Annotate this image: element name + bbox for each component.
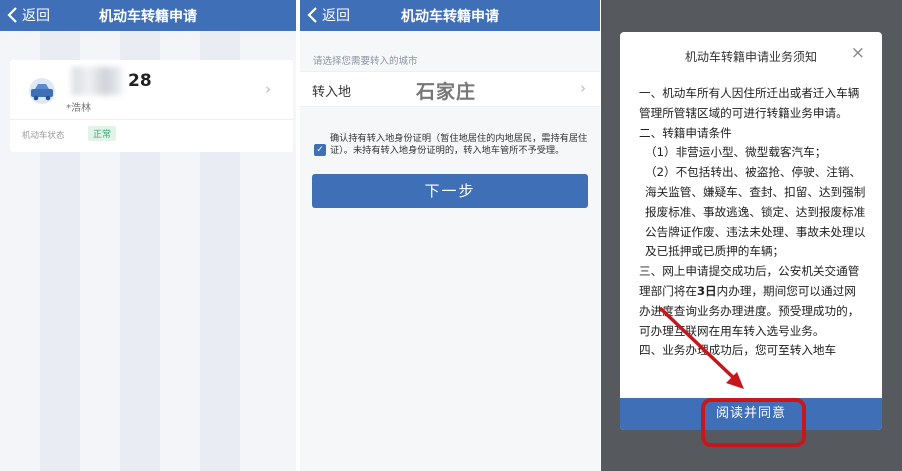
highlight-box xyxy=(701,398,806,447)
city-select-screen: 返回 机动车转籍申请 请选择您需要转入的城市 转入地 石家庄 › ✓ 确认持有转… xyxy=(300,0,600,471)
notice-emphasis: 3日 xyxy=(696,283,717,298)
vehicle-list-screen: 返回 机动车转籍申请 28 *浩林 › 机动车状态 正常 xyxy=(0,0,296,471)
notice-paragraph: 一、机动车所有人因住所迁出或者迁入车辆管理所管辖区域的可进行转籍业务申请。 xyxy=(639,86,860,120)
confirm-text: 确认持有转入地身份证明（暂住地居住的内地居民，需持有居住证）。未持有转入地身份证… xyxy=(330,133,588,156)
next-button[interactable]: 下一步 xyxy=(312,174,588,208)
chevron-right-icon: › xyxy=(265,80,271,98)
divider xyxy=(10,119,293,120)
modal-title: 机动车转籍申请业务须知 xyxy=(684,50,817,64)
owner-name: *浩林 xyxy=(66,103,91,114)
notice-paragraph: 三、网上申请提交成功后，公安机关交通管理部门将在3日内办理，期间您可以通过网办进… xyxy=(639,262,867,341)
plate-number: 28 xyxy=(128,71,152,91)
city-label: 转入地 xyxy=(312,85,352,100)
city-value: 石家庄 xyxy=(416,81,477,103)
notice-modal: 机动车转籍申请业务须知 × 一、机动车所有人因住所迁出或者迁入车辆管理所管辖区域… xyxy=(620,32,882,430)
modal-body[interactable]: 一、机动车所有人因住所迁出或者迁入车辆管理所管辖区域的可进行转籍业务申请。 二、… xyxy=(639,84,867,398)
page-title: 机动车转籍申请 xyxy=(401,9,499,25)
status-badge: 正常 xyxy=(88,126,117,141)
city-hint: 请选择您需要转入的城市 xyxy=(313,56,418,67)
nav-bar: 返回 机动车转籍申请 xyxy=(0,0,296,31)
page-title: 机动车转籍申请 xyxy=(99,9,197,25)
notice-paragraph: 四、业务办理成功后，您可至转入地车 xyxy=(639,343,837,358)
notice-paragraph: （1）非营运小型、微型载客汽车； xyxy=(645,145,827,160)
nav-bar: 返回 机动车转籍申请 xyxy=(300,0,600,31)
close-icon[interactable]: × xyxy=(851,43,865,63)
vehicle-card[interactable]: 28 *浩林 › 机动车状态 正常 xyxy=(10,60,293,152)
plate-blur xyxy=(72,67,122,95)
city-select-row[interactable]: 转入地 石家庄 › xyxy=(300,71,600,107)
car-icon xyxy=(29,78,55,104)
notice-paragraph: 二、转籍申请条件 xyxy=(639,125,732,140)
checkbox-checked-icon[interactable]: ✓ xyxy=(314,144,326,156)
status-label: 机动车状态 xyxy=(22,131,65,141)
notice-paragraph: （2）不包括转出、被盗抢、停驶、注销、海关监管、嫌疑车、查封、扣留、达到强制报废… xyxy=(645,165,866,259)
chevron-right-icon: › xyxy=(580,79,586,97)
